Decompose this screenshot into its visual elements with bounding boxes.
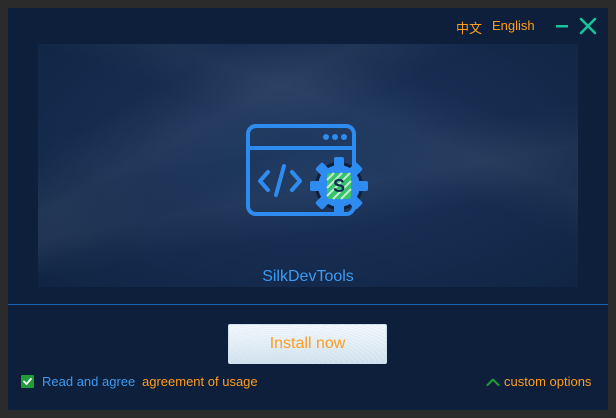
language-english-link[interactable]: English <box>492 18 535 33</box>
divider <box>8 304 608 305</box>
app-name: SilkDevTools <box>262 268 354 285</box>
installer-window: 中文 English S SilkDevTools Install now Re… <box>8 8 608 410</box>
custom-options-label: custom options <box>504 374 592 389</box>
chevron-up-icon <box>486 378 500 386</box>
custom-options-toggle[interactable]: custom options <box>486 374 591 389</box>
checkmark-icon <box>23 377 32 385</box>
minimize-icon <box>556 25 568 28</box>
install-now-button[interactable]: Install now <box>228 324 387 364</box>
close-button[interactable] <box>578 16 598 36</box>
hero-banner: S SilkDevTools <box>38 44 578 287</box>
code-window-gear-icon: S <box>246 124 368 216</box>
minimize-button[interactable] <box>553 16 573 36</box>
agree-checkbox[interactable] <box>21 375 34 388</box>
logo-badge-letter: S <box>333 176 345 196</box>
install-now-label: Install now <box>269 335 346 352</box>
agreement-link[interactable]: agreement of usage <box>142 374 258 389</box>
agree-label: Read and agree <box>42 374 136 389</box>
close-icon <box>579 17 597 35</box>
language-chinese-link[interactable]: 中文 <box>456 18 482 37</box>
